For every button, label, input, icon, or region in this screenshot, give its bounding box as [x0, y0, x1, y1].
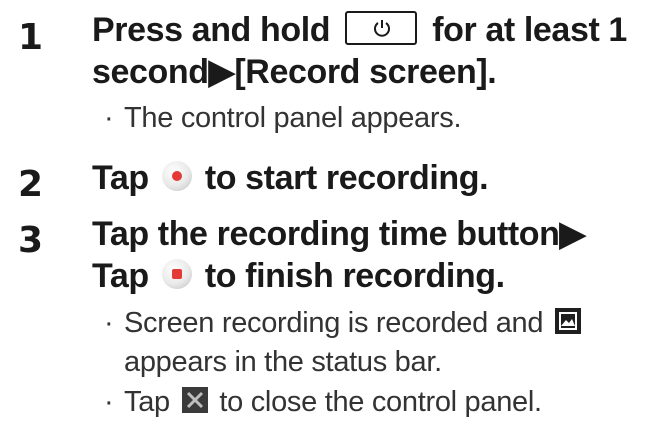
bullet-dot: · — [104, 102, 114, 134]
record-start-icon — [161, 161, 192, 192]
step-title-text: Tap — [92, 257, 149, 295]
step-number: 2 — [18, 164, 44, 205]
bullet-dot: · — [104, 386, 114, 418]
bullet-item: · Tap to close the control panel. — [104, 382, 542, 422]
step-title-text: Tap — [92, 159, 149, 197]
bullet-dot: · — [104, 307, 114, 339]
step-title-text: for at least 1 — [432, 11, 627, 49]
step-title-line2: second▶[Record screen]. — [92, 53, 497, 91]
record-square — [171, 269, 182, 280]
power-key-icon — [345, 11, 418, 46]
close-icon — [181, 387, 208, 414]
bullet-text: appears in the status bar. — [124, 346, 442, 378]
step-title-text: to start recording. — [204, 159, 489, 197]
image-status-icon — [554, 308, 581, 335]
bullet-item: · The control panel appears. — [104, 98, 462, 138]
step-title: Tap the recording time button▶ — [92, 215, 586, 253]
step-title: Tap to start recording. — [92, 158, 489, 199]
bullet-continuation: appears in the status bar. — [104, 342, 442, 382]
bullet-text: Screen recording is recorded and — [124, 307, 544, 339]
step-title-line2: Tap to finish recording. — [92, 256, 505, 297]
bullet-item: · Screen recording is recorded and — [104, 303, 581, 343]
step-title-text: to finish recording. — [204, 257, 505, 295]
bullet-text: The control panel appears. — [124, 102, 462, 134]
step-number: 3 — [18, 220, 44, 261]
bullet-text: Tap — [124, 386, 170, 418]
bullet-text: to close the control panel. — [219, 386, 542, 418]
step-title: Press and hold for at least 1 — [92, 10, 627, 51]
record-stop-icon — [161, 259, 192, 290]
step-title-text: Press and hold — [92, 11, 331, 49]
record-dot — [171, 171, 182, 182]
step-number: 1 — [18, 17, 44, 58]
